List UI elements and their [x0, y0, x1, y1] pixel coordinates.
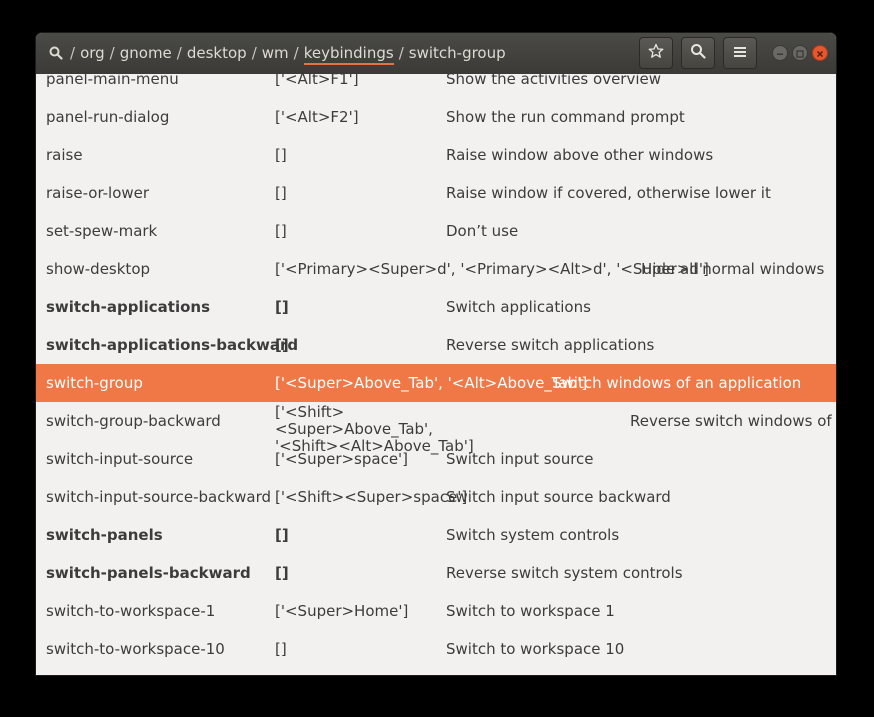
- key-description: Switch system controls: [446, 526, 620, 544]
- key-description: Switch to workspace 10: [446, 640, 625, 658]
- key-row-show-desktop[interactable]: show-desktop ['<Primary><Super>d', '<Prim…: [36, 250, 836, 288]
- key-value: ['<Super>Home']: [275, 602, 409, 620]
- key-row-switch-to-workspace-11[interactable]: switch-to-workspace-11[]Switch to worksp…: [36, 668, 836, 675]
- breadcrumb-item-switch-group[interactable]: switch-group: [409, 44, 506, 62]
- breadcrumb-separator: /: [251, 44, 257, 62]
- titlebar: / org / gnome / desktop / wm / keybindings / switch…: [36, 33, 836, 74]
- keys-list-rows: panel-main-menu ['<Alt>F1'] Show the activ…: [36, 74, 836, 675]
- key-row-panel-main-menu[interactable]: panel-main-menu ['<Alt>F1'] Show the activ…: [36, 74, 836, 98]
- search-button[interactable]: [681, 37, 715, 69]
- key-value: []: [275, 184, 287, 202]
- breadcrumb-item-wm[interactable]: wm: [262, 44, 289, 62]
- key-row-switch-group[interactable]: switch-group ['<Super>Above_Tab', '<Alt>A…: [36, 364, 836, 402]
- key-row-switch-to-workspace-10[interactable]: switch-to-workspace-10 [] Switch to worksp…: [36, 630, 836, 668]
- breadcrumb-separator: /: [293, 44, 299, 62]
- key-name: switch-group-backward: [46, 412, 221, 430]
- key-value: []: [275, 298, 289, 316]
- search-icon: [690, 43, 706, 63]
- key-value: []: [275, 526, 289, 544]
- maximize-icon: [796, 44, 804, 62]
- key-description: Switch input source: [446, 450, 594, 468]
- search-path-icon[interactable]: [49, 46, 63, 64]
- key-description: Switch applications: [446, 298, 591, 316]
- key-name: raise: [46, 146, 83, 164]
- key-row-switch-to-workspace-1[interactable]: switch-to-workspace-1 ['<Super>Home'] Swit…: [36, 592, 836, 630]
- breadcrumb-separator: /: [70, 44, 76, 62]
- key-row-switch-panels-backward[interactable]: switch-panels-backward [] Reverse switch s…: [36, 554, 836, 592]
- key-name: switch-panels: [46, 526, 163, 544]
- key-row-set-spew-mark[interactable]: set-spew-mark [] Don’t use: [36, 212, 836, 250]
- key-value: ['<Super>Above_Tab', '<Alt>Above_Tab']: [275, 374, 588, 392]
- breadcrumb-item-gnome[interactable]: gnome: [120, 44, 172, 62]
- key-value: []: [275, 564, 289, 582]
- key-name: panel-run-dialog: [46, 108, 170, 126]
- dconf-editor-window: / org / gnome / desktop / wm / keybindings / switch…: [36, 33, 836, 675]
- key-row-raise[interactable]: raise [] Raise window above other windows: [36, 136, 836, 174]
- breadcrumb-item-desktop[interactable]: desktop: [187, 44, 247, 62]
- key-description: Show the run command prompt: [446, 108, 685, 126]
- key-value: ['<Shift><Super>space']: [275, 488, 468, 506]
- key-name: switch-input-source: [46, 450, 194, 468]
- key-description: Raise window if covered, otherwise lower…: [446, 184, 771, 202]
- breadcrumb-separator: /: [176, 44, 182, 62]
- key-description: Reverse switch system controls: [446, 564, 683, 582]
- key-value: ['<Super>space']: [275, 450, 409, 468]
- key-description: Switch windows of an application: [552, 374, 802, 392]
- key-name: switch-applications: [46, 298, 211, 316]
- breadcrumb-separator: /: [109, 44, 115, 62]
- key-name: switch-to-workspace-1: [46, 602, 216, 620]
- key-value: ['<Alt>F1']: [275, 74, 359, 88]
- key-row-switch-input-source-backward[interactable]: switch-input-source-backward ['<Shift><Su…: [36, 478, 836, 516]
- menu-icon: [733, 44, 747, 62]
- breadcrumb-item-org[interactable]: org: [80, 44, 105, 62]
- keys-list[interactable]: panel-main-menu ['<Alt>F1'] Show the activ…: [36, 74, 836, 675]
- key-name: raise-or-lower: [46, 184, 150, 202]
- minimize-button[interactable]: [772, 45, 788, 61]
- maximize-button[interactable]: [792, 45, 808, 61]
- key-name: switch-to-workspace-10: [46, 640, 225, 658]
- close-icon: [816, 44, 824, 62]
- key-value: ['<Alt>F2']: [275, 108, 359, 126]
- key-description: Switch to workspace 1: [446, 602, 615, 620]
- key-row-switch-input-source[interactable]: switch-input-source ['<Super>space'] Switc…: [36, 440, 836, 478]
- key-name: switch-group: [46, 374, 143, 392]
- key-row-raise-or-lower[interactable]: raise-or-lower [] Raise window if covered,…: [36, 174, 836, 212]
- breadcrumb-item-keybindings[interactable]: keybindings: [303, 44, 394, 65]
- key-description: Reverse switch windows of …: [630, 412, 836, 430]
- key-value: []: [275, 146, 287, 164]
- key-description: Reverse switch applications: [446, 336, 655, 354]
- key-name: set-spew-mark: [46, 222, 158, 240]
- key-row-switch-applications-backward[interactable]: switch-applications-backward[] Reverse sw…: [36, 326, 836, 364]
- star-icon: [648, 43, 664, 63]
- key-description: Show the activities overview: [446, 74, 662, 88]
- breadcrumb-separator: /: [398, 44, 404, 62]
- key-name: switch-panels-backward: [46, 564, 251, 582]
- key-name: switch-input-source-backward: [46, 488, 272, 506]
- key-row-switch-group-backward[interactable]: switch-group-backward ['<Shift><Super>Abo…: [36, 402, 836, 455]
- close-button[interactable]: [812, 45, 828, 61]
- key-description: Raise window above other windows: [446, 146, 714, 164]
- minimize-icon: [776, 44, 784, 62]
- key-description: Don’t use: [446, 222, 519, 240]
- main-menu-button[interactable]: [723, 37, 757, 69]
- key-row-switch-panels[interactable]: switch-panels [] Switch system controls: [36, 516, 836, 554]
- key-description: Switch input source backward: [446, 488, 671, 506]
- key-value: []: [275, 222, 287, 240]
- key-row-panel-run-dialog[interactable]: panel-run-dialog ['<Alt>F2'] Show the run …: [36, 98, 836, 136]
- key-value: []: [275, 640, 287, 658]
- key-name: switch-applications-backward: [46, 336, 299, 354]
- key-name: show-desktop: [46, 260, 151, 278]
- key-row-switch-applications[interactable]: switch-applications [] Switch applications: [36, 288, 836, 326]
- key-description: Hide all normal windows: [641, 260, 825, 278]
- key-name: panel-main-menu: [46, 74, 179, 88]
- breadcrumb: / org / gnome / desktop / wm / keybindings / switch…: [49, 44, 506, 65]
- key-value: []: [275, 336, 289, 354]
- bookmark-button[interactable]: [639, 37, 673, 69]
